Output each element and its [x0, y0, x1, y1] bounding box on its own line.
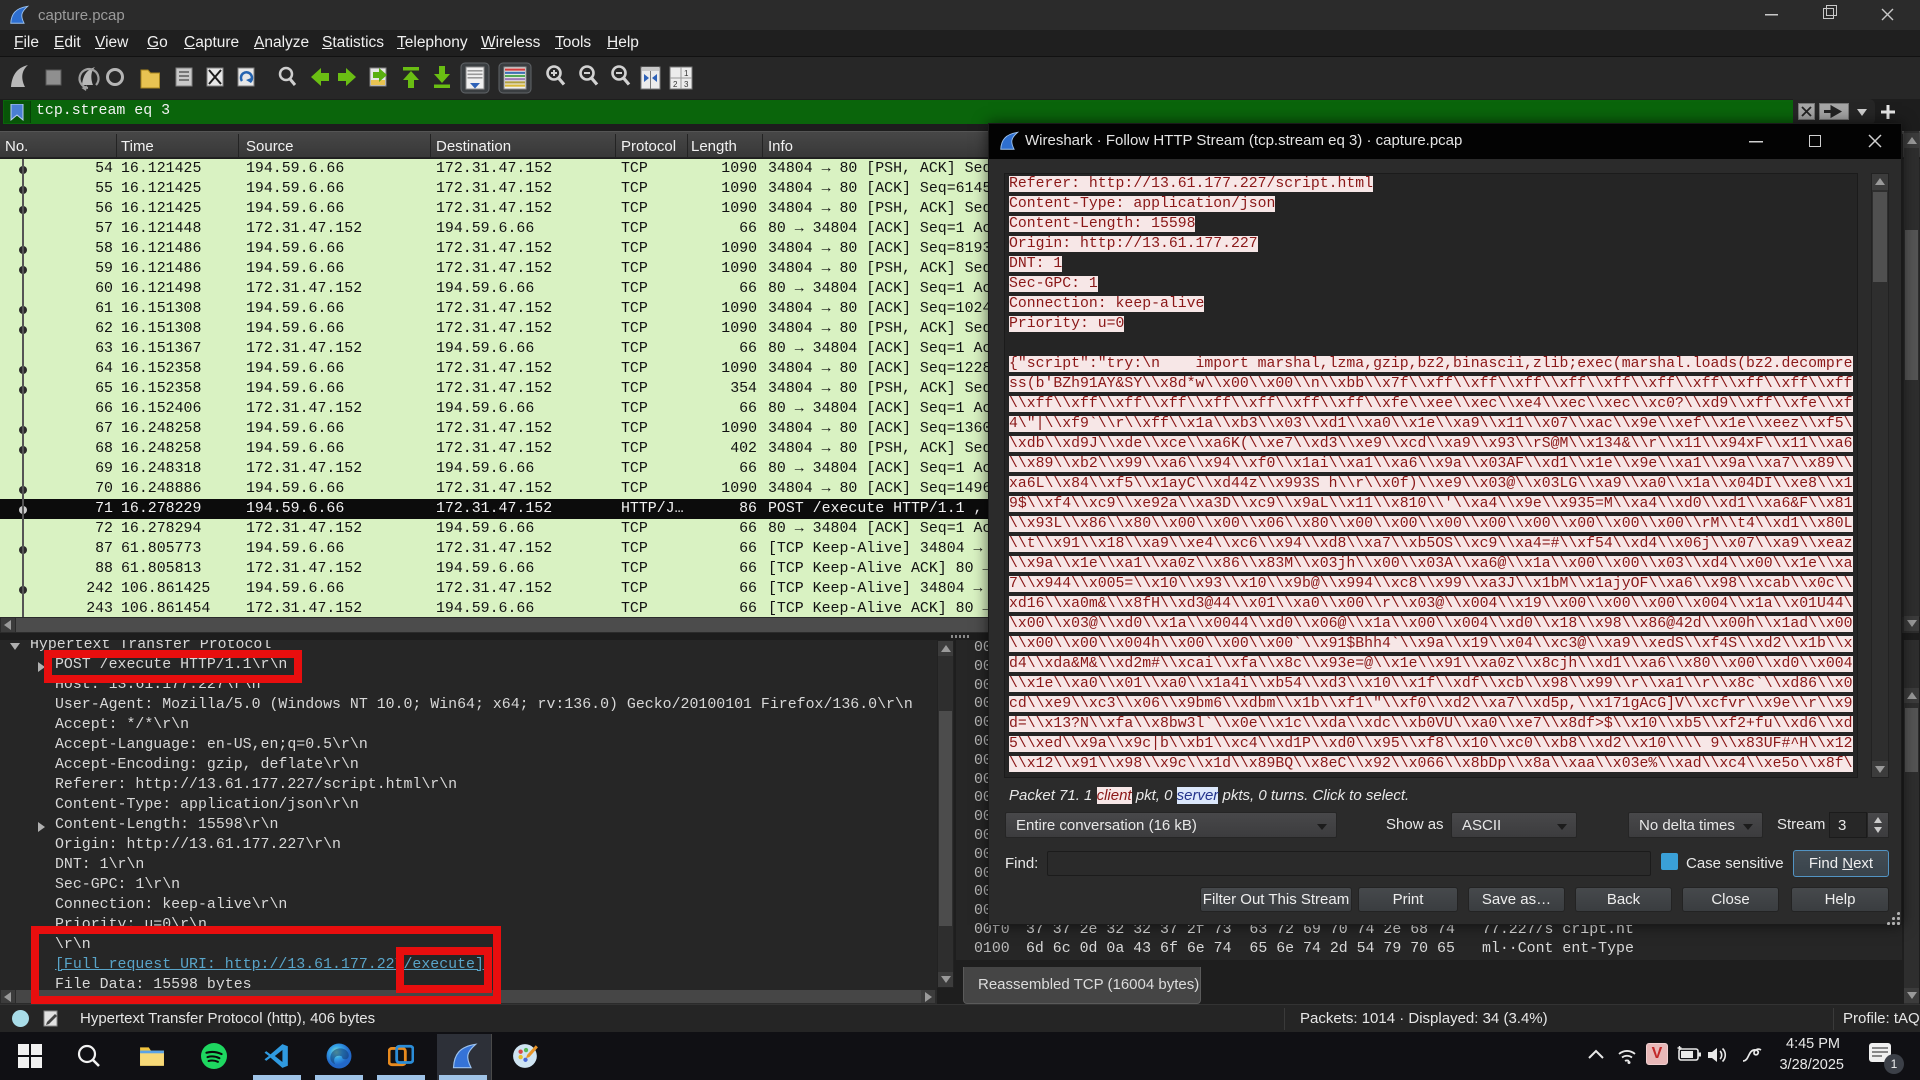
svg-text:3: 3	[684, 80, 689, 89]
svg-text:2: 2	[673, 80, 678, 89]
svg-text:1: 1	[684, 69, 689, 78]
